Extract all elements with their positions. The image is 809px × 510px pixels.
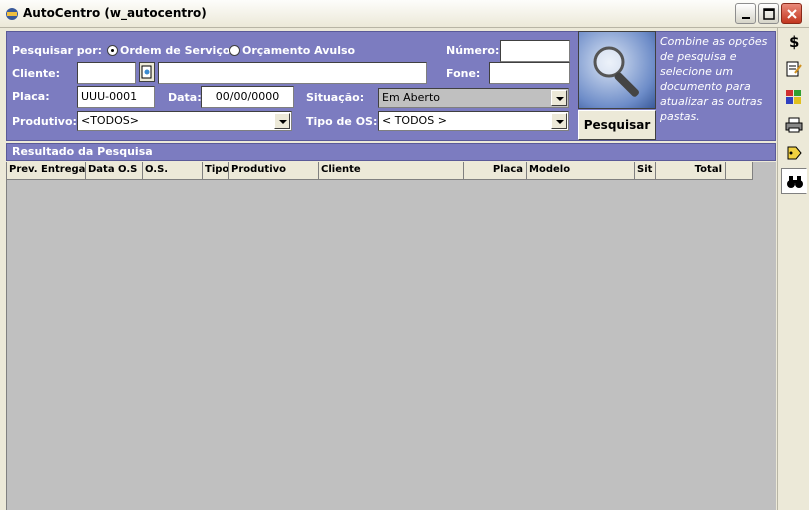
results-grid[interactable]: Prev. Entrega Data O.S O.S. Tipo Produti…	[6, 162, 776, 510]
number-input[interactable]	[500, 40, 570, 62]
plate-input[interactable]: UUU-0001	[77, 86, 155, 108]
chevron-down-icon[interactable]	[551, 113, 567, 129]
title-bar: AutoCentro (w_autocentro)	[0, 0, 809, 28]
col-spacer	[726, 162, 753, 180]
col-os[interactable]: O.S.	[143, 162, 203, 180]
radio-service-order[interactable]	[107, 45, 118, 56]
search-by-label: Pesquisar por:	[12, 44, 103, 57]
window-title: AutoCentro (w_autocentro)	[23, 6, 207, 20]
phone-label: Fone:	[446, 67, 481, 80]
date-input[interactable]: 00/00/0000	[201, 86, 294, 108]
dollar-icon[interactable]: $	[781, 28, 807, 54]
tag-icon[interactable]	[781, 140, 807, 166]
close-button[interactable]	[781, 3, 802, 24]
svg-text:$: $	[789, 33, 799, 50]
col-data-os[interactable]: Data O.S	[86, 162, 143, 180]
status-select[interactable]: Em Aberto	[378, 88, 569, 108]
chevron-down-icon[interactable]	[551, 90, 567, 106]
phone-input[interactable]	[489, 62, 570, 84]
col-cliente[interactable]: Cliente	[319, 162, 464, 180]
status-value: Em Aberto	[382, 91, 441, 104]
right-toolbar: $	[777, 28, 809, 510]
product-select[interactable]: <TODOS>	[77, 111, 292, 131]
maximize-button[interactable]	[758, 3, 779, 24]
radio-quote[interactable]	[229, 45, 240, 56]
number-label: Número:	[446, 44, 500, 57]
col-modelo[interactable]: Modelo	[527, 162, 635, 180]
os-type-value: < TODOS >	[382, 114, 447, 127]
client-lookup-button[interactable]	[139, 62, 155, 82]
date-label: Data:	[168, 91, 202, 104]
os-type-select[interactable]: < TODOS >	[378, 111, 569, 131]
lookup-icon	[141, 65, 152, 79]
app-icon	[4, 6, 20, 22]
results-title: Resultado da Pesquisa	[12, 145, 153, 158]
search-hint: Combine as opções de pesquisa e selecion…	[660, 35, 768, 123]
radio-quote-label[interactable]: Orçamento Avulso	[242, 44, 355, 57]
client-code-input[interactable]	[77, 62, 136, 84]
product-value: <TODOS>	[81, 114, 139, 127]
product-label: Produtivo:	[12, 115, 77, 128]
os-type-label: Tipo de OS:	[306, 115, 378, 128]
status-label: Situação:	[306, 91, 365, 104]
people-icon[interactable]	[781, 84, 807, 110]
binoculars-icon[interactable]	[781, 168, 807, 194]
plate-label: Placa:	[12, 90, 50, 103]
results-header: Resultado da Pesquisa	[6, 143, 776, 161]
search-button[interactable]: Pesquisar	[578, 110, 656, 140]
col-sit[interactable]: Sit	[635, 162, 656, 180]
client-name-input[interactable]	[158, 62, 427, 84]
edit-document-icon[interactable]	[781, 56, 807, 82]
col-total[interactable]: Total	[656, 162, 726, 180]
col-produtivo[interactable]: Produtivo	[229, 162, 319, 180]
col-tipo[interactable]: Tipo	[203, 162, 229, 180]
radio-service-order-label[interactable]: Ordem de Serviço	[120, 44, 230, 57]
chevron-down-icon[interactable]	[274, 113, 290, 129]
printer-icon[interactable]	[781, 112, 807, 138]
col-placa[interactable]: Placa	[464, 162, 527, 180]
magnifier-icon[interactable]	[578, 31, 656, 109]
grid-header: Prev. Entrega Data O.S O.S. Tipo Produti…	[7, 162, 753, 180]
minimize-button[interactable]	[735, 3, 756, 24]
client-label: Cliente:	[12, 67, 61, 80]
col-prev-entrega[interactable]: Prev. Entrega	[7, 162, 86, 180]
